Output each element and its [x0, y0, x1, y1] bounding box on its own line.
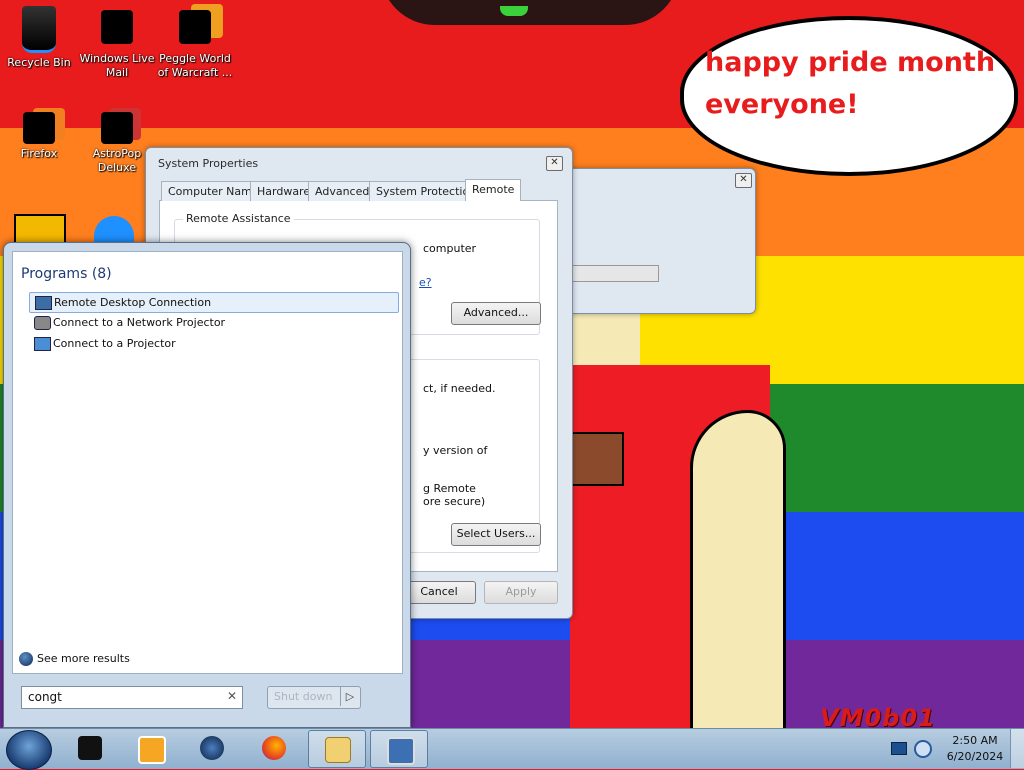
- wallpaper-figure-strap: [570, 432, 624, 486]
- program-projector[interactable]: Connect to a Projector: [29, 334, 397, 353]
- speech-line-2: everyone!: [705, 89, 859, 120]
- show-desktop-button[interactable]: [1010, 729, 1024, 768]
- start-menu-results: Programs (8) Remote Desktop Connection C…: [12, 251, 403, 674]
- partial-text: g Remote: [423, 482, 476, 495]
- program-label: Remote Desktop Connection: [54, 296, 212, 309]
- program-network-projector[interactable]: Connect to a Network Projector: [29, 313, 397, 332]
- taskbar-item-explorer[interactable]: [308, 730, 366, 768]
- desktop-icon-recycle-bin[interactable]: Recycle Bin: [0, 6, 78, 70]
- action-center-icon[interactable]: [914, 740, 932, 758]
- firefox-icon: [262, 736, 286, 760]
- start-orb[interactable]: [6, 730, 52, 770]
- taskbar-item-media-player[interactable]: [122, 730, 178, 766]
- mail-icon: [101, 10, 133, 44]
- clock-time: 2:50 AM: [952, 734, 998, 747]
- clock[interactable]: 2:50 AM 6/20/2024: [944, 733, 1006, 765]
- taskbar-item-app[interactable]: [62, 730, 118, 766]
- close-icon[interactable]: ✕: [735, 173, 752, 188]
- select-users-button[interactable]: Select Users...: [451, 523, 541, 546]
- programs-header: Programs (8): [21, 266, 112, 282]
- clock-date: 6/20/2024: [946, 750, 1004, 763]
- wallpaper-hat: [380, 0, 680, 25]
- recycle-bin-icon: [22, 6, 56, 53]
- desktop-icon-label: Recycle Bin: [7, 56, 71, 69]
- desktop-icon-peggle[interactable]: Peggle World of Warcraft ...: [156, 10, 234, 80]
- search-icon: [19, 652, 33, 666]
- see-more-results-link[interactable]: See more results: [37, 652, 130, 665]
- search-input-value: congt: [28, 690, 62, 704]
- window-title: System Properties: [158, 157, 259, 170]
- network-icon[interactable]: [891, 742, 907, 755]
- clear-search-icon[interactable]: ✕: [227, 689, 237, 703]
- speech-bubble-text: happy pride month everyone!: [705, 42, 1005, 126]
- shutdown-button[interactable]: Shut down ▷: [267, 686, 361, 709]
- wallpaper-figure-arm: [690, 410, 786, 734]
- chevron-right-icon[interactable]: ▷: [340, 687, 359, 706]
- folder-explorer-icon: [325, 737, 351, 763]
- taskbar-item-globe[interactable]: [184, 730, 240, 766]
- background-dialog[interactable]: ✕: [548, 168, 756, 314]
- media-player-icon: [138, 736, 166, 764]
- program-remote-desktop-connection[interactable]: Remote Desktop Connection: [29, 292, 399, 313]
- tab-strip: Computer Name Hardware Advanced System P…: [159, 179, 559, 201]
- close-icon[interactable]: ✕: [546, 156, 563, 171]
- speech-line-1: happy pride month: [705, 47, 996, 78]
- partial-text: computer: [423, 242, 477, 255]
- partial-text: y version of: [423, 444, 488, 457]
- progress-bar: [571, 265, 659, 282]
- taskbar-item-firefox[interactable]: [246, 730, 302, 766]
- program-label: Connect to a Network Projector: [53, 316, 226, 329]
- program-label: Connect to a Projector: [53, 337, 176, 350]
- group-title: Remote Assistance: [183, 212, 294, 225]
- globe-icon: [200, 736, 224, 760]
- start-menu[interactable]: Programs (8) Remote Desktop Connection C…: [3, 242, 411, 728]
- peggle-icon: [179, 10, 211, 44]
- desktop-icon-firefox[interactable]: Firefox: [0, 112, 78, 161]
- firefox-icon: [23, 112, 55, 144]
- tab-advanced[interactable]: Advanced: [308, 181, 377, 201]
- network-projector-icon: [34, 316, 51, 330]
- taskbar-item-system-properties[interactable]: [370, 730, 428, 768]
- desktop-icon-label: Windows Live Mail: [79, 52, 155, 79]
- advanced-button[interactable]: Advanced...: [451, 302, 541, 325]
- shutdown-label: Shut down: [274, 690, 333, 703]
- black-app-icon: [78, 736, 102, 760]
- wallpaper-hat-light: [500, 6, 528, 16]
- desktop-icon-label: Firefox: [20, 147, 58, 160]
- tab-remote[interactable]: Remote: [465, 179, 522, 201]
- remote-desktop-icon: [35, 296, 52, 310]
- system-properties-icon: [387, 737, 415, 765]
- desktop-icon-windows-live-mail[interactable]: Windows Live Mail: [78, 10, 156, 80]
- desktop-icon-label: Peggle World of Warcraft ...: [157, 52, 233, 79]
- partial-text: ct, if needed.: [423, 382, 496, 395]
- astropop-icon: [101, 112, 133, 144]
- apply-button[interactable]: Apply: [484, 581, 558, 604]
- cancel-button[interactable]: Cancel: [402, 581, 476, 604]
- partial-text: ore secure): [423, 495, 486, 508]
- projector-icon: [34, 337, 51, 351]
- help-link[interactable]: e?: [419, 276, 432, 289]
- search-input[interactable]: congt ✕: [21, 686, 243, 709]
